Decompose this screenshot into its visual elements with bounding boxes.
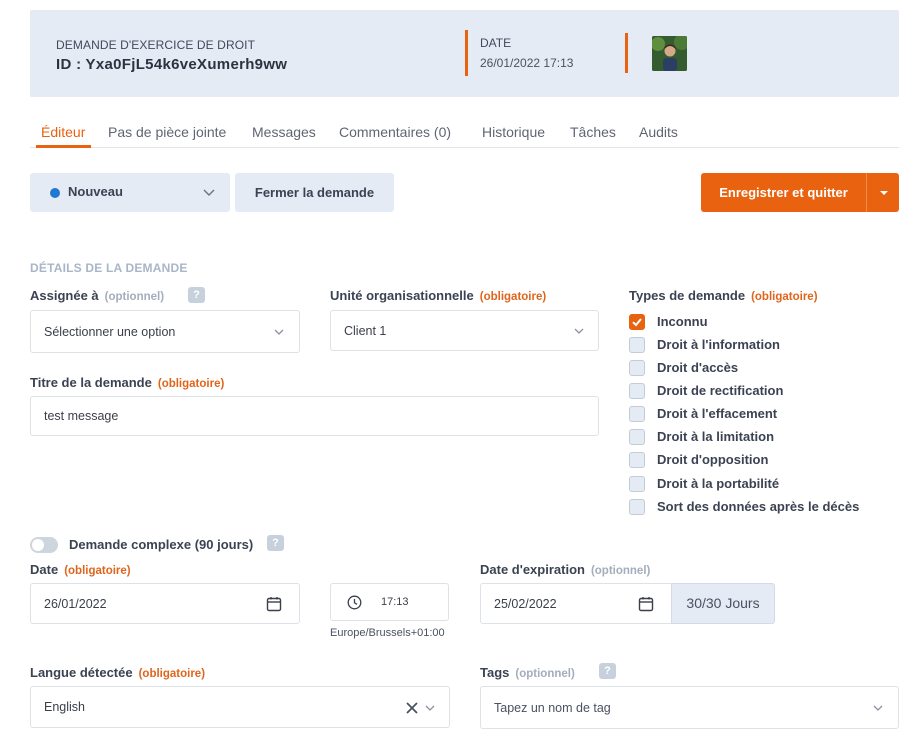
save-options-button[interactable]: [866, 173, 899, 212]
tab-bar: Éditeur Pas de pièce jointe Messages Com…: [30, 120, 899, 148]
request-type-label: Sort des données après le décès: [657, 499, 860, 514]
header-date-value: 26/01/2022 17:13: [480, 56, 574, 70]
checkbox[interactable]: [629, 406, 645, 422]
chevron-down-icon: [203, 189, 215, 196]
request-type-label: Inconnu: [657, 314, 708, 329]
request-kind: DEMANDE D'EXERCICE DE DROIT: [56, 38, 256, 52]
request-type-label: Droit à l'effacement: [657, 406, 778, 421]
help-icon[interactable]: ?: [267, 535, 284, 551]
complex-request-toggle[interactable]: [30, 537, 58, 553]
calendar-icon[interactable]: [638, 596, 654, 612]
tab-audits[interactable]: Audits: [639, 124, 678, 140]
help-icon[interactable]: ?: [599, 663, 616, 679]
checkbox[interactable]: [629, 499, 645, 515]
tags-label: Tags (optionnel): [480, 665, 575, 680]
expiration-date-input[interactable]: 25/02/2022: [480, 583, 672, 624]
timezone-label: Europe/Brussels+01:00: [330, 627, 445, 639]
request-type-label: Droit à la portabilité: [657, 476, 780, 491]
chevron-down-icon: [425, 705, 435, 711]
complex-request-label: Demande complexe (90 jours): [69, 537, 254, 552]
check-icon: [632, 318, 642, 327]
tab-editor[interactable]: Éditeur: [41, 124, 85, 140]
checkbox[interactable]: [629, 383, 645, 399]
expiration-date-label: Date d'expiration (optionnel): [480, 562, 651, 577]
date-label: Date (obligatoire): [30, 562, 131, 577]
header-divider: [465, 30, 468, 76]
time-input[interactable]: 17:13: [330, 583, 449, 621]
request-title-label: Titre de la demande (obligatoire): [30, 375, 225, 390]
checkbox[interactable]: [629, 360, 645, 376]
section-title: DÉTAILS DE LA DEMANDE: [30, 261, 188, 275]
request-type-label: Droit d'opposition: [657, 452, 769, 467]
language-select[interactable]: English: [30, 686, 450, 728]
close-request-button[interactable]: Fermer la demande: [235, 173, 394, 212]
request-type-label: Droit à la limitation: [657, 429, 775, 444]
tab-comments[interactable]: Commentaires (0): [339, 124, 451, 140]
org-unit-label: Unité organisationnelle (obligatoire): [330, 288, 547, 303]
request-type-label: Droit de rectification: [657, 383, 784, 398]
checkbox[interactable]: [629, 337, 645, 353]
tab-attachments[interactable]: Pas de pièce jointe: [108, 124, 226, 140]
tab-tasks[interactable]: Tâches: [570, 124, 616, 140]
status-value: Nouveau: [68, 184, 123, 199]
chevron-down-icon: [574, 328, 584, 334]
days-remaining-badge: 30/30 Jours: [671, 583, 775, 624]
clear-icon[interactable]: [405, 701, 419, 715]
active-tab-indicator: [36, 145, 91, 148]
date-input[interactable]: 26/01/2022: [30, 583, 300, 624]
toggle-knob: [32, 539, 44, 551]
checkbox[interactable]: [629, 452, 645, 468]
chevron-down-icon: [274, 329, 284, 335]
avatar[interactable]: [652, 36, 687, 71]
request-type-label: Droit d'accès: [657, 360, 739, 375]
clock-icon: [347, 595, 362, 610]
status-dot-icon: [50, 188, 60, 198]
checkbox-checked[interactable]: [629, 314, 645, 330]
header-divider: [625, 33, 628, 73]
request-title-input[interactable]: test message: [30, 396, 599, 436]
request-types-label: Types de demande (obligatoire): [629, 288, 818, 303]
help-icon[interactable]: ?: [188, 287, 205, 303]
request-type-label: Droit à l'information: [657, 337, 780, 352]
chevron-down-icon: [873, 705, 883, 711]
tags-input[interactable]: Tapez un nom de tag: [480, 686, 899, 729]
org-unit-select[interactable]: Client 1: [330, 310, 599, 351]
assignee-select[interactable]: Sélectionner une option: [30, 310, 300, 353]
tab-history[interactable]: Historique: [482, 124, 545, 140]
status-select[interactable]: Nouveau: [30, 173, 230, 212]
tab-messages[interactable]: Messages: [252, 124, 316, 140]
header-date-label: DATE: [480, 36, 512, 50]
assignee-label: Assignée à (optionnel): [30, 288, 165, 303]
language-label: Langue détectée (obligatoire): [30, 665, 206, 680]
checkbox[interactable]: [629, 476, 645, 492]
save-and-quit-button[interactable]: Enregistrer et quitter: [701, 173, 866, 212]
checkbox[interactable]: [629, 429, 645, 445]
caret-down-icon: [880, 191, 888, 195]
calendar-icon[interactable]: [266, 596, 282, 612]
request-id: ID : Yxa0FjL54k6veXumerh9ww: [56, 56, 288, 73]
request-header: DEMANDE D'EXERCICE DE DROIT ID : Yxa0FjL…: [30, 10, 899, 97]
